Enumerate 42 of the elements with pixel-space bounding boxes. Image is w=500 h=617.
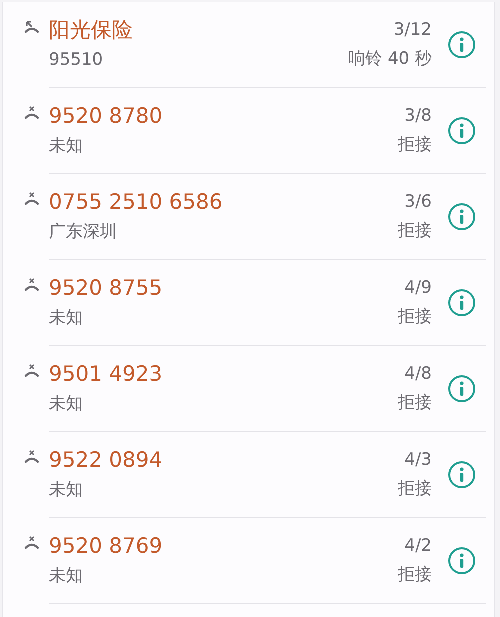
call-status: 拒接: [398, 220, 432, 243]
caller-name: 9522 0894: [49, 447, 163, 474]
rejected-call-icon: [23, 536, 41, 552]
info-icon[interactable]: [448, 117, 476, 145]
call-status: 拒接: [398, 564, 432, 587]
caller-name: 9520 8769: [49, 533, 163, 560]
rejected-call-icon: [23, 192, 41, 208]
caller-location: 未知: [49, 393, 83, 416]
caller-name: 0755 2510 6586: [49, 189, 223, 216]
call-date: 4/8: [404, 363, 432, 386]
call-date: 3/12: [394, 19, 432, 42]
caller-name: 阳光保险: [49, 17, 133, 44]
info-icon[interactable]: [448, 203, 476, 231]
info-icon[interactable]: [448, 461, 476, 489]
call-status: 响铃 40 秒: [348, 48, 432, 71]
call-status: 拒接: [398, 478, 432, 501]
info-icon[interactable]: [448, 547, 476, 575]
rejected-call-icon: [23, 278, 41, 294]
call-date: 4/9: [404, 277, 432, 300]
caller-location: 未知: [49, 479, 83, 502]
caller-location: 广东深圳: [49, 221, 117, 244]
rejected-call-icon: [23, 450, 41, 466]
caller-location: 95510: [49, 49, 104, 72]
caller-location: 未知: [49, 565, 83, 588]
call-status: 拒接: [398, 134, 432, 157]
info-icon[interactable]: [448, 375, 476, 403]
call-date: 4/3: [404, 449, 432, 472]
caller-location: 未知: [49, 135, 83, 158]
info-icon[interactable]: [448, 31, 476, 59]
call-status: 拒接: [398, 306, 432, 329]
info-icon[interactable]: [448, 289, 476, 317]
missed-call-icon: [23, 20, 41, 36]
call-date: 3/6: [404, 191, 432, 214]
caller-name: 9501 4923: [49, 361, 163, 388]
call-date: 4/2: [404, 535, 432, 558]
call-date: 3/8: [404, 105, 432, 128]
call-status: 拒接: [398, 392, 432, 415]
rejected-call-icon: [23, 106, 41, 122]
caller-location: 未知: [49, 307, 83, 330]
caller-name: 9520 8755: [49, 275, 163, 302]
caller-name: 9520 8780: [49, 103, 163, 130]
rejected-call-icon: [23, 364, 41, 380]
